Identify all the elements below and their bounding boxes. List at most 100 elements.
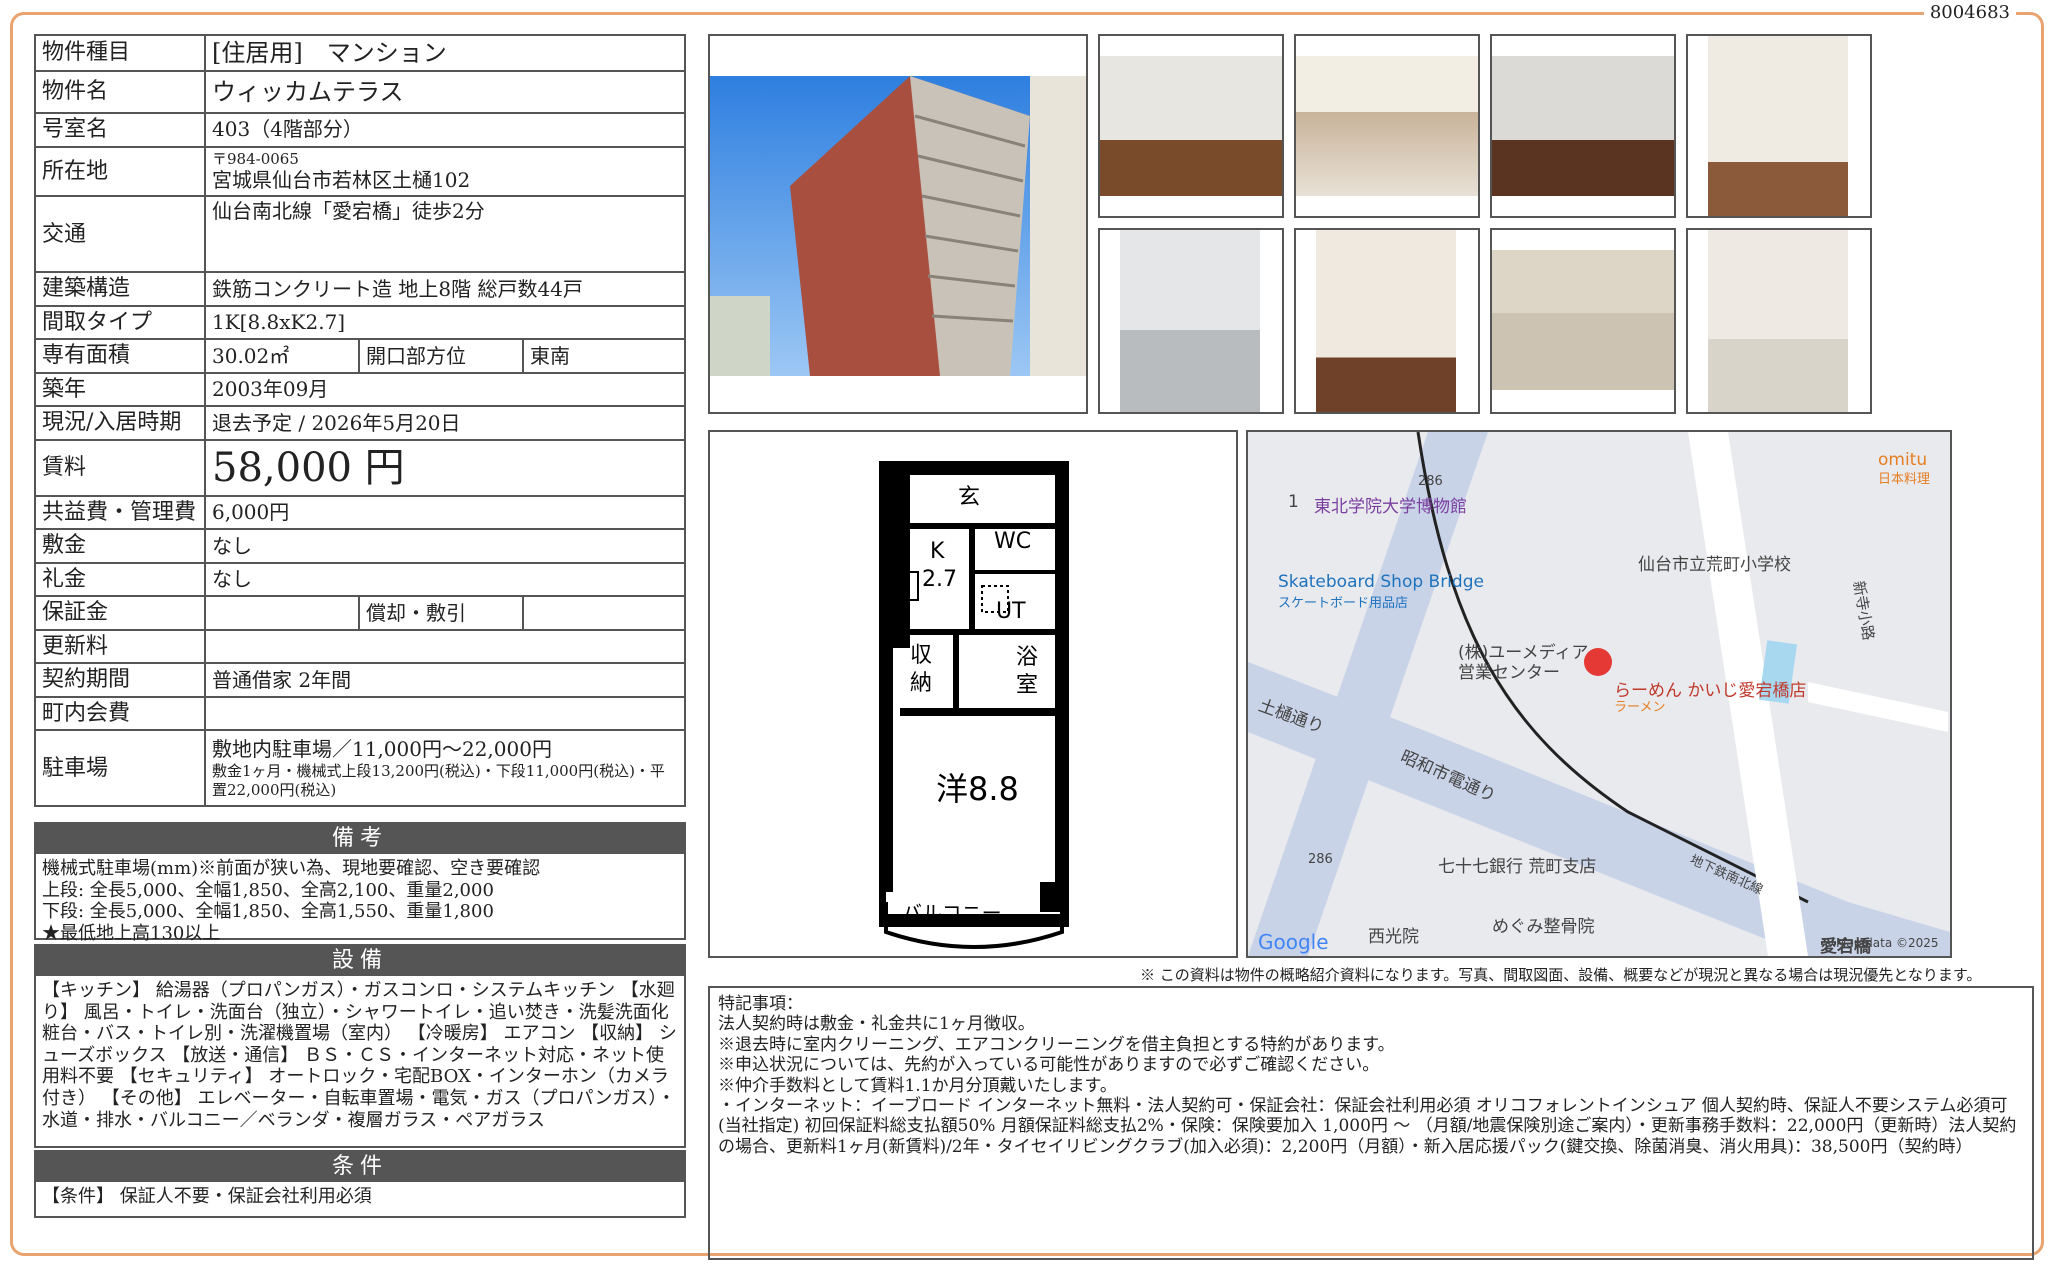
direction-label: 開口部方位	[358, 338, 524, 374]
structure-label: 建築構造	[34, 271, 206, 307]
notes-line: 法人契約時は敷金・礼金共に1ヶ月徴収。	[718, 1014, 1035, 1035]
interior-photo	[1098, 34, 1284, 218]
map-label-center: 営業センター	[1458, 663, 1560, 683]
remarks-line: ★最低地上高130以上	[42, 922, 221, 944]
area-map[interactable]: 1 東北学院大学博物館 仙台市立荒町小学校 Skateboard Shop Br…	[1246, 430, 1952, 958]
plan-bath-label: 浴	[1016, 645, 1038, 670]
deposit-value: なし	[204, 528, 686, 564]
map-label-1: 1	[1288, 492, 1299, 512]
status-value: 退去予定 / 2026年5月20日	[204, 405, 686, 441]
room-label: 号室名	[34, 112, 206, 148]
community-label: 町内会費	[34, 695, 206, 732]
name-value: ウィッカムテラス	[204, 70, 686, 114]
remarks-line: 下段: 全長5,000、全幅1,850、全高1,550、重量1,800	[42, 901, 494, 923]
room-value: 403（4階部分）	[204, 112, 686, 148]
area-label: 専有面積	[34, 338, 206, 374]
parking-label: 駐車場	[34, 729, 206, 808]
amortization-value	[522, 595, 686, 631]
area-value: 30.02㎡	[204, 338, 360, 374]
exterior-photo	[708, 34, 1088, 414]
map-label-museum: 東北学院大学博物館	[1314, 497, 1467, 517]
transport-value: 仙台南北線「愛宕橋」徒歩2分	[204, 195, 686, 274]
fee-value: 6,000円	[204, 494, 686, 531]
deposit-label: 敷金	[34, 528, 206, 564]
disclaimer: ※ この資料は物件の概略紹介資料になります。写真、間取図面、設備、概要などが現況…	[1140, 966, 1982, 984]
community-value	[204, 695, 686, 732]
notes-line: 特記事項：	[718, 994, 803, 1014]
special-notes: 特記事項： 法人契約時は敷金・礼金共に1ヶ月徴収。 ※退去時に室内クリーニング、…	[708, 986, 2034, 1260]
type-label: 物件種目	[34, 34, 206, 72]
map-label-skateboard: Skateboard Shop Bridge	[1278, 572, 1484, 592]
document-id: 8004683	[1923, 2, 2016, 23]
layout-label: 間取タイプ	[34, 304, 206, 341]
map-route-286-bottom: 286	[1308, 852, 1333, 867]
conditions-section: 条件 【条件】 保証人不要・保証会社利用必須	[34, 1150, 686, 1218]
renewal-value	[204, 628, 686, 665]
renewal-label: 更新料	[34, 628, 206, 665]
facilities-text: 【キッチン】 給湯器（プロパンガス）・ガスコンロ・システムキッチン 【水廻り】 …	[42, 980, 677, 1131]
balcony-photo	[1098, 228, 1284, 414]
parking-detail: 敷金1ヶ月・機械式上段13,200円(税込)・下段11,000円(税込)・平置2…	[212, 762, 665, 799]
kitchen-photo	[1294, 34, 1480, 218]
facilities-section: 設備 【キッチン】 給湯器（プロパンガス）・ガスコンロ・システムキッチン 【水廻…	[34, 944, 686, 1148]
notes-line: ※仲介手数料として賃料1.1か月分頂戴いたします。	[718, 1075, 1117, 1096]
postal-code: 〒984-0065	[212, 149, 299, 168]
plan-entrance-label: 玄	[958, 485, 980, 510]
property-table: 物件種目 [住居用] マンション 物件名 ウィッカムテラス 号室名 403（4階部分）…	[34, 34, 686, 808]
type-value: [住居用] マンション	[204, 34, 686, 72]
built-value: 2003年09月	[204, 371, 686, 408]
plan-bath-label: 室	[1016, 673, 1038, 698]
key-money-label: 礼金	[34, 561, 206, 598]
fee-label: 共益費・管理費	[34, 494, 206, 531]
plan-balcony-label: バルコニー	[902, 901, 1002, 925]
map-label-skateboard-jp: スケートボード用品店	[1278, 596, 1409, 611]
remarks-line: 機械式駐車場(mm)※前面が狭い為、現地要確認、空き要確認	[42, 858, 541, 879]
layout-value: 1K[8.8xK2.7]	[204, 304, 686, 341]
map-label-clinic: めぐみ整骨院	[1492, 917, 1595, 937]
map-label-school: 仙台市立荒町小学校	[1638, 555, 1791, 575]
map-label-ramen-type: ラーメン	[1614, 700, 1666, 715]
conditions-text: 【条件】 保証人不要・保証会社利用必須	[42, 1186, 372, 1207]
notes-line: ・インターネット：イーブロード インターネット無料・法人契約可・保証会社：保証会…	[718, 1095, 2017, 1157]
parking-value: 敷地内駐車場／11,000円～22,000円	[212, 737, 552, 761]
room-photo	[1490, 34, 1676, 218]
plan-wc-label: WC	[994, 529, 1031, 554]
notes-line: ※申込状況については、先約が入っている可能性がありますので必ずご確認ください。	[718, 1055, 1380, 1076]
remarks-section: 備考 機械式駐車場(mm)※前面が狭い為、現地要確認、空き要確認 上段: 全長5…	[34, 822, 686, 944]
remarks-line: 上段: 全長5,000、全幅1,850、全高2,100、重量2,000	[42, 879, 494, 901]
remarks-header: 備考	[36, 824, 684, 854]
plan-storage-label: 納	[910, 671, 932, 696]
guarantee-label: 保証金	[34, 595, 206, 631]
built-label: 築年	[34, 371, 206, 408]
map-google-logo: Google	[1258, 930, 1329, 954]
status-label: 現況/入居時期	[34, 405, 206, 441]
rent-label: 賃料	[34, 438, 206, 497]
name-label: 物件名	[34, 70, 206, 114]
plan-room-label: 洋8.8	[936, 770, 1019, 808]
address-label: 所在地	[34, 145, 206, 198]
rent-value: 58,000 円	[204, 438, 686, 497]
plan-k-size: 2.7	[922, 567, 957, 592]
conditions-header: 条件	[36, 1152, 684, 1182]
map-label-temple: 西光院	[1368, 927, 1419, 947]
washroom-photo	[1686, 228, 1872, 414]
notes-line: ※退去時に室内クリーニング、エアコンクリーニングを借主負担とする特約があります。	[718, 1034, 1395, 1055]
plan-k-label: K	[930, 539, 945, 564]
address-value: 宮城県仙台市若林区土樋102	[212, 168, 471, 193]
guarantee-value	[204, 595, 360, 631]
toilet-photo	[1686, 34, 1872, 218]
bath-photo	[1490, 228, 1676, 414]
plan-ut-label: UT	[996, 599, 1026, 624]
plan-storage-label: 収	[910, 643, 932, 668]
map-label-bank: 七十七銀行 荒町支店	[1438, 857, 1597, 877]
contract-label: 契約期間	[34, 662, 206, 698]
structure-value: 鉄筋コンクリート造 地上8階 総戸数44戸	[204, 271, 686, 307]
facilities-header: 設備	[36, 946, 684, 976]
map-label-omitu: omitu	[1878, 450, 1928, 470]
floor-plan: 玄 WC K 2.7 UT 収 納 浴 室 洋8.8 バルコニー	[708, 430, 1238, 958]
transport-label: 交通	[34, 195, 206, 274]
closet-photo	[1294, 228, 1480, 414]
map-label-japanese: 日本料理	[1878, 472, 1931, 487]
direction-value: 東南	[522, 338, 686, 374]
contract-value: 普通借家 2年間	[204, 662, 686, 698]
